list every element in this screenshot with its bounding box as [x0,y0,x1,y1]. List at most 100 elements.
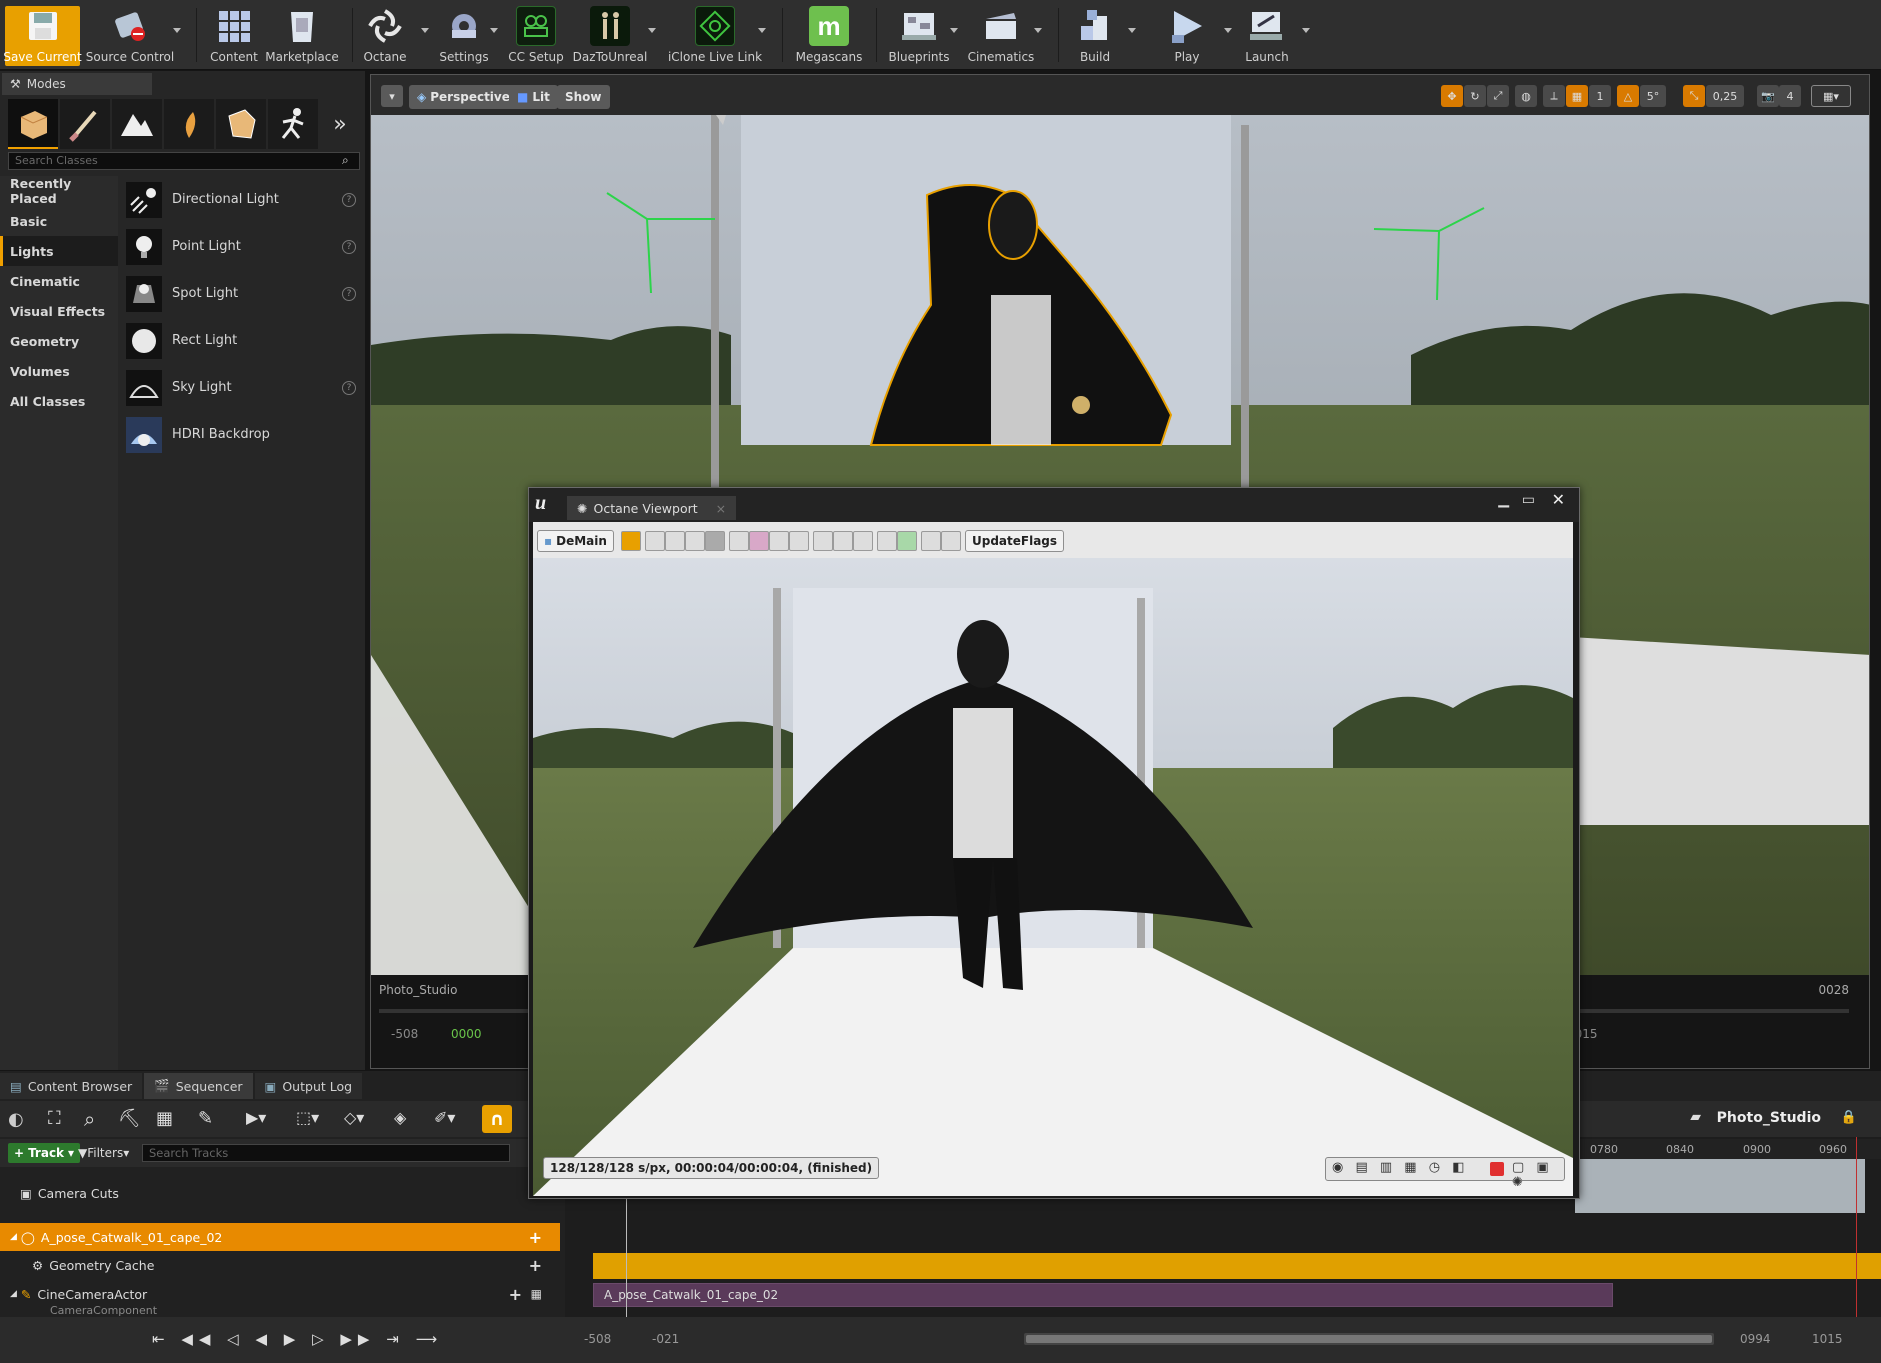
start-icon[interactable] [705,531,725,551]
collapse-icon[interactable]: ◢ [10,1289,17,1299]
camera-lock-icon[interactable]: ▦ [531,1287,542,1301]
save-sequence-icon[interactable]: ⛶ [48,1108,61,1129]
tab-output-log[interactable]: ▣ Output Log [254,1073,363,1099]
camera-speed-icon[interactable]: 📷 [1757,85,1779,107]
help-icon[interactable]: ? [342,380,356,395]
restart-icon[interactable] [665,531,685,551]
category-geometry[interactable]: Geometry [0,326,118,356]
megascans-button[interactable]: m Megascans [794,6,864,66]
geometry-cache-clip[interactable]: A_pose_Catwalk_01_cape_02 [593,1283,1613,1307]
grid-snap-icon[interactable]: ▦ [1566,85,1588,107]
translate-icon[interactable]: ✥ [1441,85,1463,107]
pause-icon[interactable] [685,531,705,551]
show-button[interactable]: Show [557,85,610,109]
viewport-options-button[interactable]: ▾ [381,85,403,107]
list-item[interactable]: Rect Light [122,317,362,364]
iclone-live-link-button[interactable]: iClone Live Link [666,6,764,66]
category-volumes[interactable]: Volumes [0,356,118,386]
camera-target-icon[interactable] [789,531,809,551]
export-icons[interactable]: ▢ ▣ ✺ [1512,1160,1564,1190]
track-a-pose-catwalk[interactable]: ◢ ◯ A_pose_Catwalk_01_cape_02 + [0,1223,560,1251]
rotation-snap-value[interactable]: 5° [1640,85,1666,107]
track-camera-cuts[interactable]: ▣ Camera Cuts + [0,1173,560,1213]
list-item[interactable]: Spot Light ? [122,270,362,317]
scale-snap-icon[interactable]: ⤡ [1683,85,1705,107]
stop-icon[interactable] [645,531,665,551]
place-mode-icon[interactable] [8,99,58,149]
fit-icon[interactable] [941,531,961,551]
picker-icon[interactable] [729,531,749,551]
cc-setup-button[interactable]: CC Setup [508,6,564,66]
grid-snap-value[interactable]: 1 [1589,85,1611,107]
expand-modes-icon[interactable]: » [320,99,360,149]
collapse-icon[interactable]: ◢ [10,1232,17,1242]
category-all-classes[interactable]: All Classes [0,386,118,416]
landscape-mode-icon[interactable] [112,99,162,149]
timeline-scrollbar[interactable] [1024,1333,1714,1345]
help-icon[interactable]: ? [342,192,356,207]
category-cinematic[interactable]: Cinematic [0,266,118,296]
category-basic[interactable]: Basic [0,206,118,236]
maximize-icon[interactable]: ▭ [1522,492,1535,508]
list-item[interactable]: HDRI Backdrop [122,411,362,458]
region-icon[interactable] [813,531,833,551]
animation-mode-icon[interactable] [268,99,318,149]
track-camera-component[interactable]: CameraComponent [0,1303,560,1317]
category-lights[interactable]: Lights [0,236,118,266]
decal-icon[interactable] [853,531,873,551]
lock-icon[interactable]: 🔒 [1841,1110,1857,1125]
render-mode-icon[interactable] [621,531,641,551]
source-control-button[interactable]: Source Control [86,6,174,66]
tab-content-browser[interactable]: ▤ Content Browser [0,1073,143,1099]
foliage-mode-icon[interactable] [164,99,214,149]
filters-button[interactable]: ▼ Filters ▾ [78,1143,129,1163]
minimize-icon[interactable]: ▁ [1498,492,1509,508]
geometry-mode-icon[interactable] [216,99,266,149]
surface-snap-icon[interactable]: ⟂ [1543,85,1565,107]
play-button[interactable]: Play [1162,6,1212,66]
update-flags-button[interactable]: UpdateFlags [965,530,1065,552]
save-current-button[interactable]: Save Current [3,6,82,66]
help-icon[interactable]: ? [342,239,356,254]
layout-icon[interactable]: ▦▾ [1811,85,1851,107]
help-icon[interactable]: ? [342,286,356,301]
world-local-icon[interactable]: ◍ [1515,85,1537,107]
camera-speed-value[interactable]: 4 [1779,85,1801,107]
object-picker-icon[interactable] [769,531,789,551]
add-icon[interactable]: + [529,1228,542,1247]
perspective-button[interactable]: ◈ Perspective [409,85,518,109]
list-item[interactable]: Directional Light ? [122,176,362,223]
track-geometry-cache[interactable]: ⚙ Geometry Cache + [0,1251,560,1279]
settings-button[interactable]: Settings [436,6,492,66]
close-icon[interactable]: ✕ [1552,490,1565,509]
build-button[interactable]: Build [1070,6,1120,66]
close-tab-icon[interactable]: × [716,501,726,516]
demain-button[interactable]: ▪ DeMain [537,530,614,552]
add-icon[interactable]: + [529,1256,542,1275]
list-item[interactable]: Point Light ? [122,223,362,270]
lock-viewport-icon[interactable] [877,531,897,551]
world-icon[interactable]: ◐ [8,1109,24,1130]
modes-tab[interactable]: ⚒ Modes [2,73,152,95]
clapper-icon[interactable]: ▦ [156,1108,173,1129]
scale-snap-value[interactable]: 0,25 [1706,85,1744,107]
selection-icon[interactable]: ⬚▾ [296,1108,319,1127]
cinematics-button[interactable]: Cinematics [966,6,1036,66]
lit-button[interactable]: ■ Lit [509,85,558,109]
daz-to-unreal-button[interactable]: DazToUnreal [572,6,648,66]
search-classes-input[interactable]: Search Classes [8,152,360,170]
transport-controls[interactable]: ⇤ ◀◀ ◁ ◀ ▶ ▷ ▶▶ ⇥ ⟶ [152,1330,443,1348]
section-bar[interactable] [593,1253,1881,1279]
film-region-icon[interactable] [833,531,853,551]
edit-icon[interactable]: ✐▾ [434,1108,455,1127]
tab-sequencer[interactable]: 🎬 Sequencer [144,1073,253,1099]
list-item[interactable]: Sky Light ? [122,364,362,411]
key-icon[interactable]: ◇▾ [344,1108,364,1127]
octane-viewport-tab[interactable]: ✺ Octane Viewport × [567,496,737,520]
search-icon[interactable]: ⌕ [84,1107,95,1131]
search-tracks-input[interactable]: Search Tracks [142,1144,510,1162]
marketplace-button[interactable]: Marketplace [265,6,339,66]
render-action-icons[interactable]: ◉ ▤ ▥ ▦ ◷ ◧ [1332,1160,1468,1175]
record-icon[interactable] [1490,1162,1504,1176]
auto-key-icon[interactable]: ◈ [394,1108,406,1127]
